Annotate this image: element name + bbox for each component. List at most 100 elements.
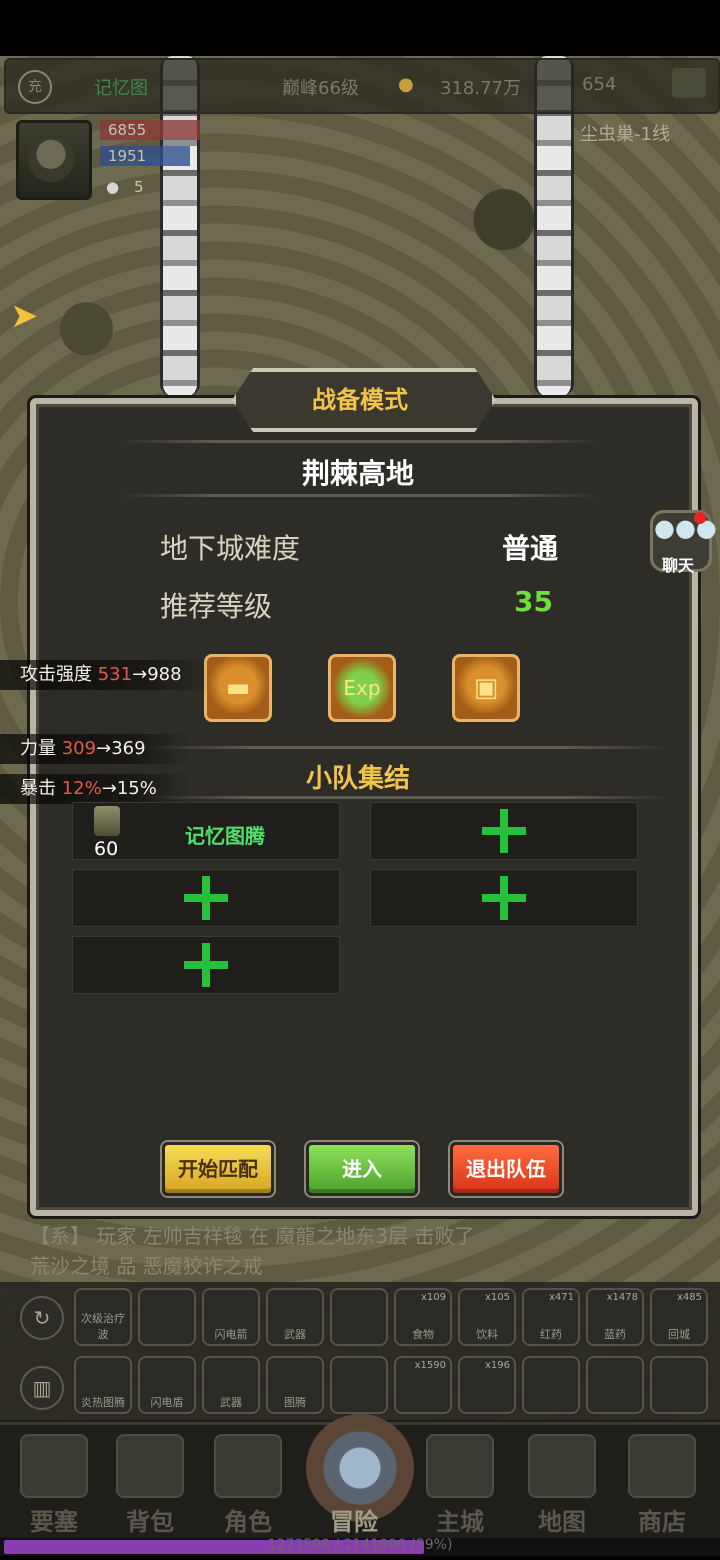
skill-label: 次级治疗波	[81, 1312, 125, 1341]
add-member-icon	[482, 809, 526, 853]
nav-icon	[20, 1434, 88, 1498]
nav-label: 背包	[126, 1508, 174, 1536]
party-slot-2[interactable]	[370, 802, 638, 860]
nav-item-5[interactable]: 主城	[416, 1430, 504, 1536]
item-slot-1[interactable]: 炎热图腾	[74, 1356, 132, 1414]
menu-icon[interactable]	[672, 68, 706, 98]
skill-slot-7[interactable]: x105 饮料	[458, 1288, 516, 1346]
system-log-line: 荒沙之境 品 恶魔狡诈之戒	[30, 1254, 263, 1278]
helmet-icon: ●	[106, 178, 120, 196]
leave-team-button[interactable]: 退出队伍	[450, 1142, 562, 1196]
skill-label: 回城	[668, 1328, 690, 1341]
difficulty-value: 普通	[502, 532, 559, 565]
add-member-icon	[184, 876, 228, 920]
nav-item-3[interactable]: 角色	[204, 1430, 292, 1536]
skill-label: 武器	[220, 1396, 242, 1409]
trash-icon[interactable]: ▥	[20, 1366, 64, 1410]
item-slot-7[interactable]: x196	[458, 1356, 516, 1414]
item-slot-2[interactable]: 闪电盾	[138, 1356, 196, 1414]
party-slot-5[interactable]	[72, 936, 340, 994]
nav-item-4[interactable]: 冒险	[310, 1430, 398, 1536]
skill-slot-10[interactable]: x485 回城	[650, 1288, 708, 1346]
skill-slot-5[interactable]	[330, 1288, 388, 1346]
divider	[150, 796, 670, 799]
skill-label: 蓝药	[604, 1328, 626, 1341]
divider	[150, 746, 670, 749]
item-count: x1590	[414, 1360, 446, 1371]
nav-label: 商店	[638, 1508, 686, 1536]
chest-reward-icon[interactable]: ▣	[452, 654, 520, 722]
skill-label: 炎热图腾	[81, 1396, 125, 1409]
nav-label: 角色	[224, 1508, 272, 1536]
member-name: 记忆图腾	[185, 824, 265, 848]
nav-item-2[interactable]: 背包	[106, 1430, 194, 1536]
item-slot-10[interactable]	[650, 1356, 708, 1414]
skill-label: 饮料	[476, 1328, 498, 1341]
mp-value: 1951	[108, 147, 147, 165]
misc-value: 5	[134, 178, 144, 196]
item-count: x485	[676, 1292, 702, 1303]
start-match-button[interactable]: 开始匹配	[162, 1142, 274, 1196]
player-name: 记忆图	[94, 78, 148, 99]
skill-label: 闪电箭	[214, 1328, 248, 1341]
skill-label: 红药	[540, 1328, 562, 1341]
expand-arrow-icon[interactable]: ➤	[10, 296, 39, 336]
item-slot-9[interactable]	[586, 1356, 644, 1414]
recommended-level-label: 推荐等级	[160, 590, 273, 623]
nav-icon	[628, 1434, 696, 1498]
difficulty-label: 地下城难度	[160, 532, 301, 565]
charge-icon[interactable]: 充	[18, 70, 52, 104]
skill-label: 食物	[412, 1328, 434, 1341]
item-count: x109	[420, 1292, 446, 1303]
skill-slot-3[interactable]: 闪电箭	[202, 1288, 260, 1346]
member-avatar-icon	[94, 806, 120, 836]
avatar-face-icon	[28, 136, 74, 182]
party-slot-4[interactable]	[370, 869, 638, 927]
nav-item-7[interactable]: 商店	[618, 1430, 706, 1536]
nav-icon	[426, 1434, 494, 1498]
nav-label: 要塞	[30, 1508, 78, 1536]
nav-label: 冒险	[330, 1508, 378, 1536]
nav-item-6[interactable]: 地图	[518, 1430, 606, 1536]
dungeon-name: 荆棘高地	[301, 457, 414, 490]
notification-dot	[694, 512, 706, 524]
skill-label: 武器	[284, 1328, 306, 1341]
member-level: 60	[94, 838, 119, 860]
skill-slot-1[interactable]: 次级治疗波	[74, 1288, 132, 1346]
item-slot-8[interactable]	[522, 1356, 580, 1414]
chat-label: 聊天	[661, 556, 694, 575]
mode-title: 战备模式	[312, 386, 408, 414]
divider	[120, 440, 600, 443]
item-count: x196	[484, 1360, 510, 1371]
nav-icon	[528, 1434, 596, 1498]
nav-item-1[interactable]: 要塞	[10, 1430, 98, 1536]
item-count: x105	[484, 1292, 510, 1303]
nav-icon	[116, 1434, 184, 1498]
skill-label: 图腾	[284, 1396, 306, 1409]
item-slot-4[interactable]: 图腾	[266, 1356, 324, 1414]
gold-icon: ●	[398, 74, 414, 95]
exp-text: 1273508 / 2141996 (59%)	[267, 1537, 453, 1553]
swap-icon[interactable]: ↻	[20, 1296, 64, 1340]
party-slot-3[interactable]	[72, 869, 340, 927]
skill-slot-6[interactable]: x109 食物	[394, 1288, 452, 1346]
nav-icon	[214, 1434, 282, 1498]
gold-amount: 318.77万	[440, 78, 521, 99]
exp-reward-icon[interactable]: Exp	[328, 654, 396, 722]
skill-slot-2[interactable]	[138, 1288, 196, 1346]
skill-label: 闪电盾	[150, 1396, 184, 1409]
add-member-icon	[482, 876, 526, 920]
item-slot-5[interactable]	[330, 1356, 388, 1414]
top-hud: 记忆图 巅峰66级 ● 318.77万 654	[4, 58, 720, 114]
nav-label: 地图	[538, 1508, 586, 1536]
item-slot-3[interactable]: 武器	[202, 1356, 260, 1414]
skill-slot-8[interactable]: x471 红药	[522, 1288, 580, 1346]
party-title: 小队集结	[305, 764, 410, 794]
item-slot-6[interactable]: x1590	[394, 1356, 452, 1414]
gem-amount: 654	[582, 74, 617, 95]
skill-slot-4[interactable]: 武器	[266, 1288, 324, 1346]
skill-slot-9[interactable]: x1478 蓝药	[586, 1288, 644, 1346]
nav-label: 主城	[436, 1508, 484, 1536]
gold-reward-icon[interactable]: ▬	[204, 654, 272, 722]
enter-button[interactable]: 进入	[306, 1142, 418, 1196]
